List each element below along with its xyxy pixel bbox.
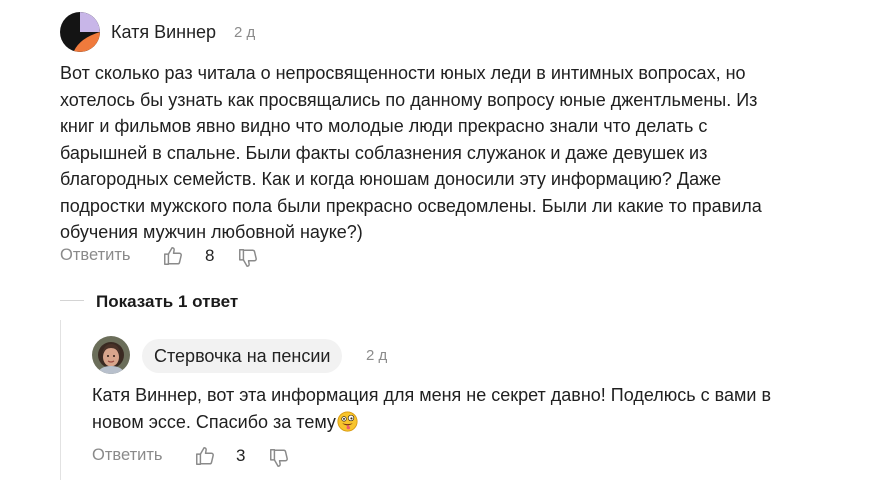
comment-time: 2 д	[234, 24, 256, 41]
reply-text-content: Катя Виннер, вот эта информация для меня…	[92, 385, 772, 432]
avatar[interactable]	[92, 336, 130, 374]
reply-author[interactable]: Стервочка на пенсии	[142, 339, 343, 373]
reply-time: 2 д	[366, 347, 388, 364]
thumbs-down-icon[interactable]	[237, 247, 259, 269]
like-count: 8	[205, 246, 215, 265]
comment-author[interactable]: Катя Виннер	[111, 22, 216, 43]
reply-button[interactable]: Ответить	[92, 446, 163, 465]
thumbs-down-icon[interactable]	[268, 447, 290, 469]
divider	[60, 300, 84, 301]
avatar[interactable]	[60, 12, 100, 52]
like-count: 3	[236, 446, 246, 465]
comment-text: Вот сколько раз читала о непросвященност…	[60, 63, 762, 242]
zany-face-emoji	[337, 410, 358, 432]
thumbs-up-icon[interactable]	[194, 445, 216, 467]
thumbs-up-icon[interactable]	[162, 245, 184, 267]
thread-line	[60, 320, 61, 480]
reply-text: Катя Виннер, вот эта информация для меня…	[92, 382, 852, 435]
show-replies-button[interactable]: Показать 1 ответ	[96, 292, 238, 312]
reply-button[interactable]: Ответить	[60, 246, 131, 265]
